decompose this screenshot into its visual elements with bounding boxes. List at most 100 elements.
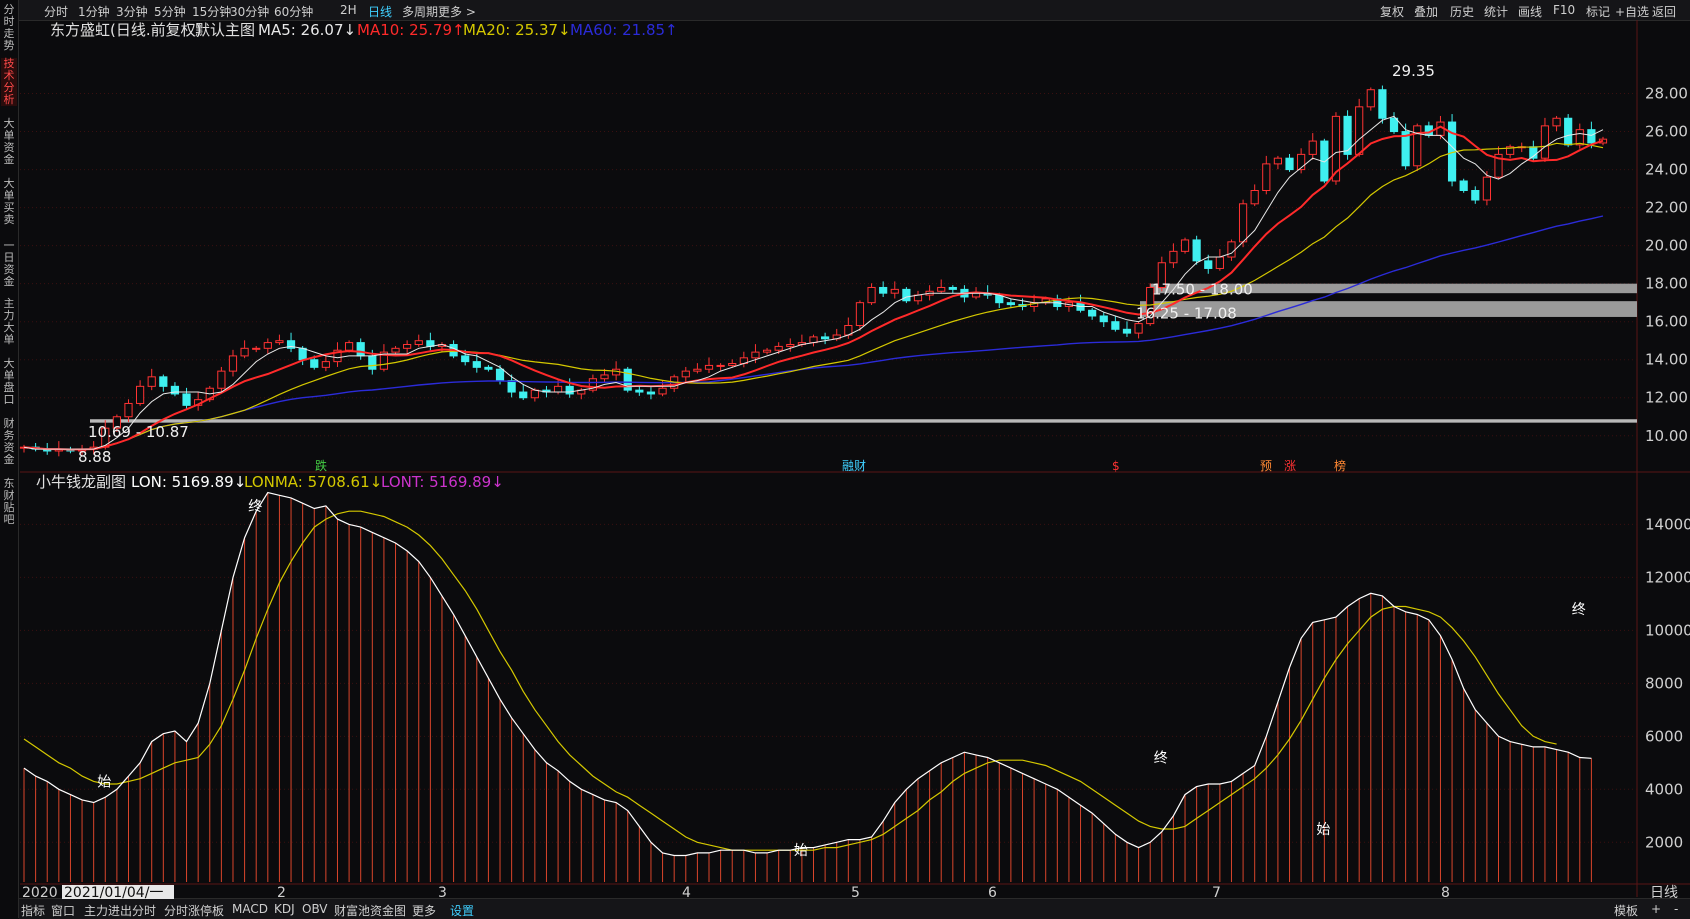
candle-body [1227,241,1236,258]
candle-body [1308,140,1317,155]
candle-body [948,286,957,290]
candle-body [1552,117,1561,127]
candle-body [1192,239,1201,262]
candle-body [1262,163,1271,192]
band-3-label: 17.50 - 18.00 [1152,280,1253,298]
candle-body [344,342,354,351]
candle-body [147,376,156,387]
candle-body [867,286,876,304]
sub-signal-4: 始 [1316,822,1330,838]
main-legend-2: MA5: 26.07↓ [258,21,356,39]
candle-body [275,340,284,344]
candle-body [1587,129,1596,144]
candle-body [1413,125,1422,167]
ma5-line [23,115,1604,450]
event-marker-3: 预 [1260,459,1272,473]
candle-body [1471,190,1480,201]
candle-body [693,368,702,372]
support-band-1 [90,419,1637,423]
stock-chart: 28.00 26.00 24.00 22.00 20.00 18.00 16.00 14.00… [19,20,1690,901]
time-tick-label: 2020 [22,885,58,901]
candle-body [321,361,330,368]
event-marker-2: $ [1112,459,1120,473]
candle-body [391,347,400,353]
price-tick-label: 24.00 [1645,161,1688,179]
ma60-line [23,215,1604,451]
sub-tick-label: 6000 [1645,727,1683,745]
sub-signal-0: 始 [97,774,111,790]
candle-body [879,286,888,294]
sub-signal-2: 始 [794,843,808,859]
event-marker-0: 跌 [315,458,327,473]
event-marker-1: 融财 [842,459,866,473]
candle-body [902,288,911,302]
candle-body [263,342,272,349]
candle-body [1111,321,1120,330]
candle-body [472,361,481,368]
price-tick-label: 12.00 [1645,389,1688,407]
candle-body [1134,323,1143,334]
time-tick-label: 3 [438,885,447,901]
candle-body [1389,117,1399,133]
high-price-label: 29.35 [1392,62,1435,80]
main-legend-4: MA20: 25.37↓ [463,21,571,39]
event-marker-5: 榜 [1334,458,1346,473]
candle-body [484,366,493,370]
candle-body [1575,129,1584,146]
candle-body [298,347,307,361]
candle-body [1482,176,1491,201]
candle-body [519,391,528,399]
main-legend-5: MA60: 21.85↑ [570,21,678,39]
time-tick-label: 5 [851,885,860,901]
price-tick-label: 18.00 [1645,275,1688,293]
candle-body [1238,203,1248,243]
price-tick-label: 22.00 [1645,199,1688,217]
price-tick-label: 28.00 [1645,85,1688,103]
candle-body [1355,106,1364,155]
candle-body [751,351,760,359]
sub-tick-label: 4000 [1645,780,1683,798]
candle-body [217,370,226,389]
time-tick-label: 4 [682,885,691,901]
candle-body [971,292,981,298]
candle-body [774,345,783,351]
candle-body [565,385,574,395]
candle-body [786,344,795,347]
low-price-label: 8.88 [78,448,111,466]
time-tick-label: 7 [1212,885,1221,901]
candle-body [646,391,656,395]
candle-body [681,370,690,378]
sub-signal-3: 终 [1154,751,1168,767]
candle-body [1180,239,1190,252]
main-legend-3: MA10: 25.79↑ [357,21,465,39]
candle-body [252,347,261,350]
candle-body [182,393,191,406]
candle-body [1006,302,1015,306]
sub-tick-label: 12000 [1645,568,1690,586]
candle-body [1285,157,1294,171]
event-marker-4: 涨 [1284,458,1296,473]
candle-body [1564,117,1573,146]
band-1-label: 10.69 - 10.87 [88,423,189,441]
sub-legend-0: 小牛钱龙副图 [36,473,126,491]
candle-body [495,368,505,382]
lonma-line [23,510,1557,851]
price-tick-label: 16.00 [1645,313,1688,331]
candle-body [553,385,563,393]
candle-body [1378,89,1387,119]
sub-signal-5: 终 [1572,602,1586,618]
main-legend-0: 东方盛虹(日线.前复权) [50,21,201,39]
candle-body [530,389,539,399]
candle-body [937,286,946,292]
candle-body [368,355,377,370]
time-tick-label: 8 [1441,885,1450,901]
candle-body [1169,250,1178,264]
candle-body [1099,315,1108,323]
candle-body [704,364,714,370]
candle-body [403,344,412,349]
candle-body [1215,256,1224,269]
candle-body [1088,309,1097,317]
band-2-label: 16.25 - 17.08 [1136,304,1237,322]
candle-body [1273,157,1283,165]
candle-body [356,342,365,357]
